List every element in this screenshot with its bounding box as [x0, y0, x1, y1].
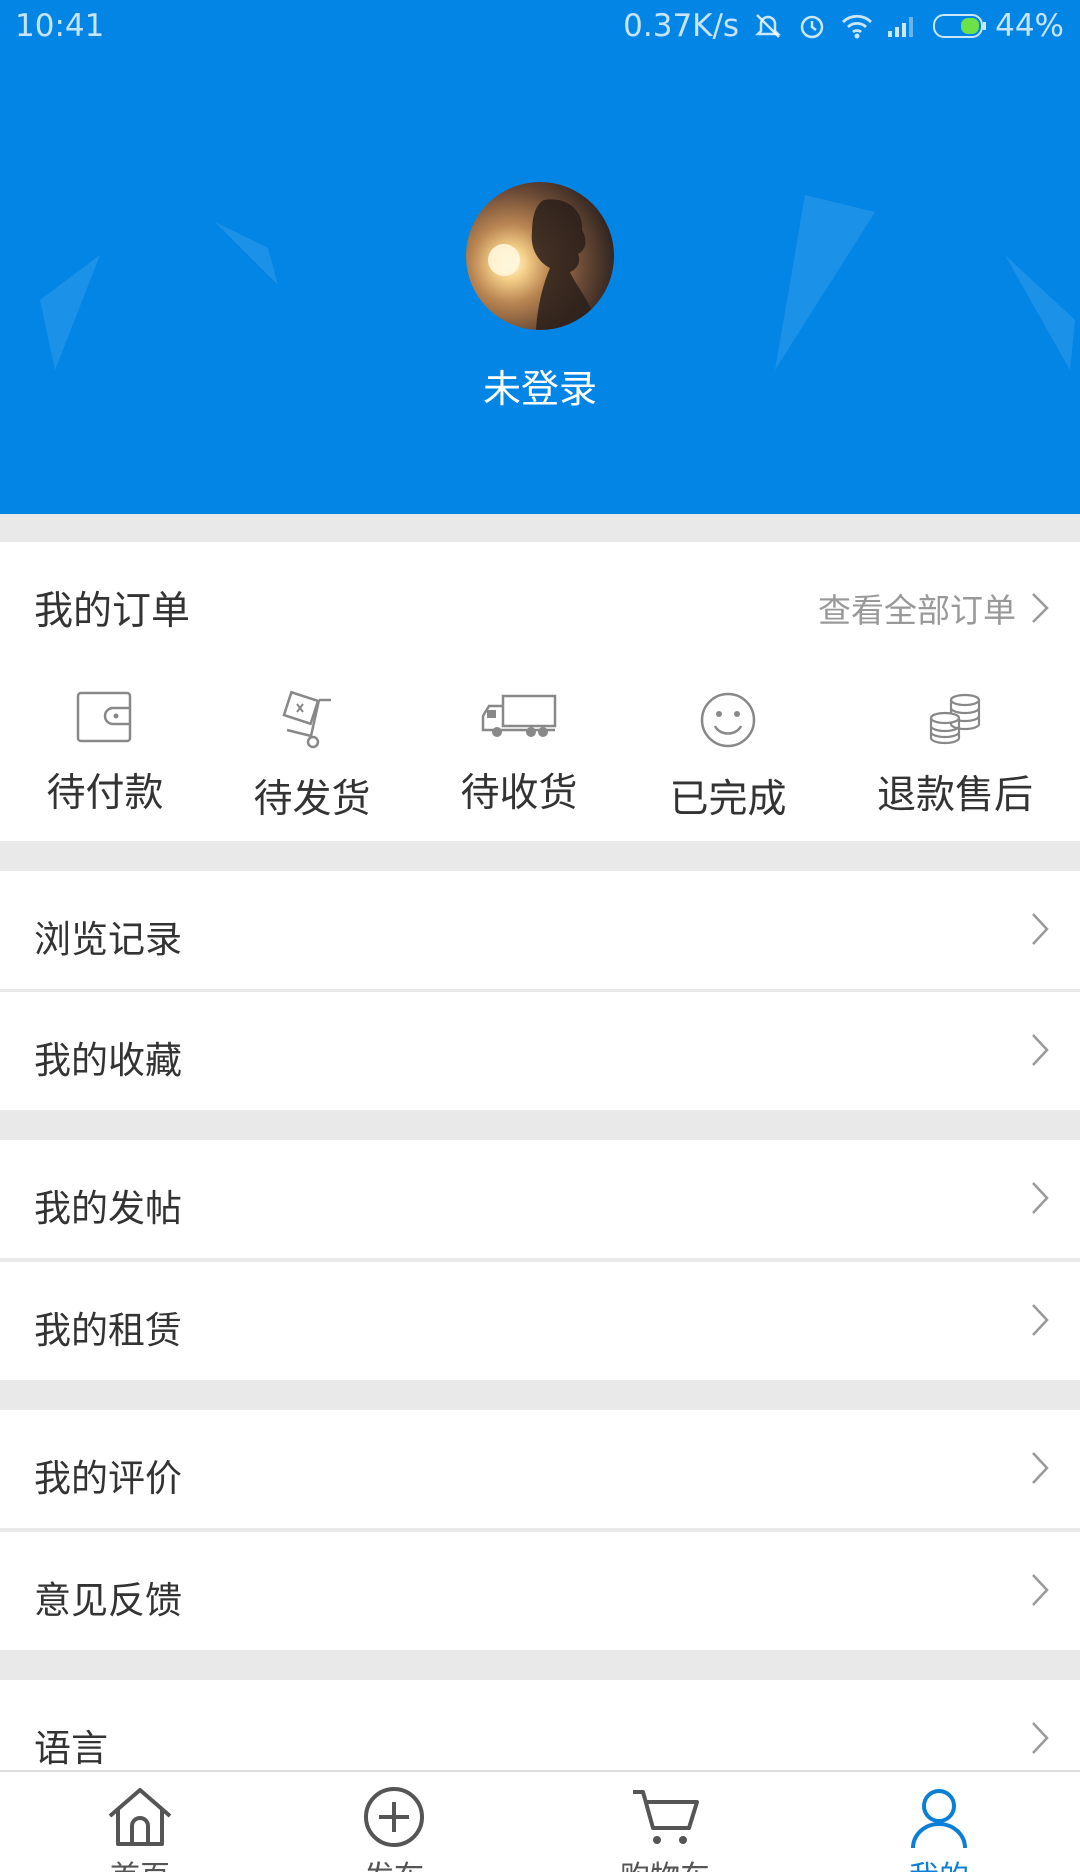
menu-item-label: 我的租赁 — [34, 1309, 182, 1352]
wifi-icon — [841, 12, 873, 40]
orders-title: 我的订单 — [34, 589, 191, 634]
tab-cart[interactable]: 购物车 — [575, 1786, 755, 1872]
chevron-right-icon — [1032, 1574, 1049, 1606]
status-indicators: 0.37K/s 44% — [623, 8, 1064, 44]
status-bar: 10:41 0.37K/s 44% — [0, 0, 1080, 56]
menu-item-label: 浏览记录 — [34, 918, 182, 961]
delivery-truck-icon — [481, 694, 557, 737]
order-completed[interactable]: 已完成 — [623, 690, 833, 830]
battery-indicator: 44% — [933, 8, 1064, 44]
status-time: 10:41 — [15, 8, 105, 44]
menu-item-feedback[interactable]: 意见反馈 — [0, 1532, 1080, 1650]
tab-label: 购物车 — [575, 1852, 755, 1872]
chevron-right-icon — [1032, 1722, 1049, 1754]
profile-header: 10:41 0.37K/s 44% 未登录 — [0, 0, 1080, 514]
order-item-label: 待付款 — [46, 771, 164, 816]
order-pending-shipment[interactable]: 待发货 — [207, 690, 417, 830]
chevron-right-icon — [1032, 1452, 1049, 1484]
chevron-right-icon — [1032, 1182, 1049, 1214]
tab-home[interactable]: 首页 — [50, 1786, 230, 1872]
menu-item-label: 我的收藏 — [34, 1039, 182, 1082]
wallet-icon — [76, 691, 132, 743]
battery-icon — [933, 14, 987, 38]
order-item-label: 待发货 — [253, 777, 371, 822]
chevron-right-icon — [1032, 593, 1049, 623]
menu-item-my-rentals[interactable]: 我的租赁 — [0, 1262, 1080, 1380]
plus-circle-icon — [364, 1787, 424, 1847]
person-icon — [911, 1789, 967, 1848]
menu-item-label: 意见反馈 — [34, 1579, 182, 1622]
login-status[interactable]: 未登录 — [0, 358, 1080, 413]
coins-icon — [929, 693, 981, 745]
tab-me[interactable]: 我的 — [849, 1786, 1029, 1872]
network-speed: 0.37K/s — [623, 8, 740, 44]
order-item-label: 退款售后 — [876, 773, 1033, 818]
bottom-tab-bar: 首页 发布 购物车 我的 — [0, 1770, 1080, 1872]
tab-publish[interactable]: 发布 — [304, 1786, 484, 1872]
menu-item-label: 语言 — [34, 1727, 108, 1770]
view-all-orders-link[interactable]: 查看全部订单 — [818, 584, 1050, 632]
avatar[interactable] — [466, 182, 614, 330]
tab-label: 我的 — [849, 1852, 1029, 1872]
smiley-icon — [700, 692, 756, 748]
menu-item-my-reviews[interactable]: 我的评价 — [0, 1410, 1080, 1528]
signal-icon — [887, 13, 919, 39]
menu-item-favorites[interactable]: 我的收藏 — [0, 992, 1080, 1110]
orders-section: 我的订单 查看全部订单 待付款 待发货 待收货 已完成 退款售后 — [0, 542, 1080, 841]
order-item-label: 已完成 — [669, 777, 787, 822]
menu-item-label: 我的发帖 — [34, 1187, 182, 1230]
chevron-right-icon — [1032, 913, 1049, 945]
tab-label: 首页 — [50, 1852, 230, 1872]
order-item-label: 待收货 — [460, 771, 578, 816]
menu-item-my-posts[interactable]: 我的发帖 — [0, 1140, 1080, 1258]
alarm-icon — [797, 11, 827, 41]
chevron-right-icon — [1032, 1034, 1049, 1066]
home-icon — [108, 1788, 172, 1846]
cart-icon — [633, 1790, 699, 1844]
chevron-right-icon — [1032, 1304, 1049, 1336]
menu-item-label: 我的评价 — [34, 1457, 182, 1500]
order-status-row: 待付款 待发货 待收货 已完成 退款售后 — [0, 690, 1080, 830]
hand-truck-icon — [282, 690, 331, 749]
order-pending-payment[interactable]: 待付款 — [0, 690, 210, 830]
order-pending-receipt[interactable]: 待收货 — [414, 690, 624, 830]
mute-icon — [753, 11, 783, 41]
menu-item-browse-history[interactable]: 浏览记录 — [0, 871, 1080, 989]
view-all-orders-label: 查看全部订单 — [818, 591, 1016, 630]
order-refund-aftersale[interactable]: 退款售后 — [850, 690, 1060, 830]
tab-label: 发布 — [304, 1852, 484, 1872]
battery-percent: 44% — [995, 8, 1064, 44]
